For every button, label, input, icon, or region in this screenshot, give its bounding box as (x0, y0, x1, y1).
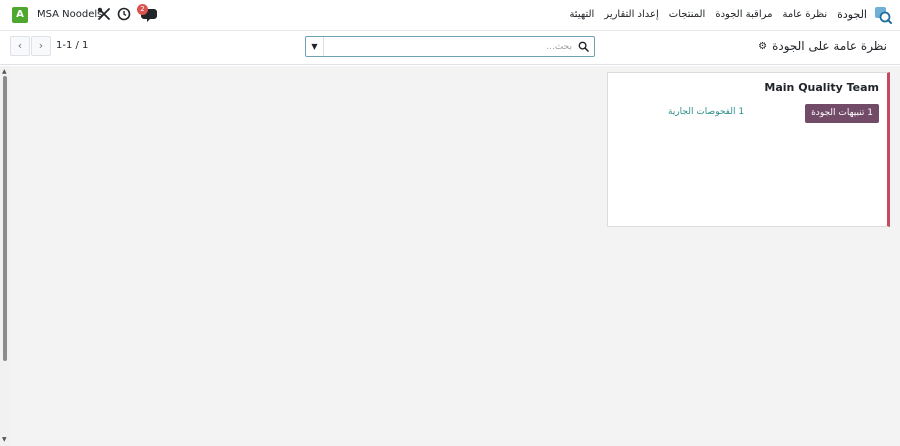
company-switcher[interactable]: MSA Noodels (37, 9, 102, 20)
user-avatar[interactable]: A (12, 7, 28, 23)
pager-value[interactable]: 1-1 / 1 (56, 40, 88, 51)
main-menu: الجودة نظرة عامة مراقبة الجودة المنتجات … (559, 8, 867, 21)
tools-icon[interactable] (97, 7, 111, 21)
pager-previous-button[interactable]: ‹ (10, 36, 30, 56)
search-bar: ▼ (305, 36, 595, 57)
clock-icon[interactable] (117, 7, 131, 21)
search-icon[interactable] (578, 41, 589, 52)
search-options-toggle[interactable]: ▼ (306, 37, 324, 56)
page-title: نظرة عامة على الجودة (772, 39, 887, 53)
control-panel: ‹ › 1-1 / 1 ▼ نظرة عامة على الجودة ⚙ (0, 31, 900, 65)
running-checks-link[interactable]: 1 الفحوصات الجارية (668, 107, 744, 117)
quality-app-icon[interactable] (874, 6, 892, 24)
menu-item-products[interactable]: المنتجات (669, 9, 706, 20)
kanban-area: ▲ ▼ Main Quality Team 1 تنبيهات الجودة 1… (0, 66, 900, 446)
scroll-up-arrow-icon[interactable]: ▲ (2, 68, 7, 75)
quality-team-card[interactable]: Main Quality Team 1 تنبيهات الجودة 1 الف… (607, 72, 890, 227)
team-name: Main Quality Team (764, 81, 879, 94)
gear-icon[interactable]: ⚙ (758, 41, 767, 52)
breadcrumb: نظرة عامة على الجودة ⚙ (758, 39, 887, 53)
menu-item-quality-control[interactable]: مراقبة الجودة (715, 9, 772, 20)
top-navbar: A MSA Noodels 2 الجودة نظرة عامة مراقبة … (0, 0, 900, 31)
chat-counter-badge: 2 (137, 4, 148, 15)
menu-item-reporting[interactable]: إعداد التقارير (604, 9, 658, 20)
scrollbar-thumb[interactable] (3, 76, 7, 361)
pager-next-button[interactable]: › (31, 36, 51, 56)
app-name[interactable]: الجودة (837, 8, 867, 21)
search-input[interactable] (326, 37, 576, 56)
vertical-scrollbar[interactable]: ▲ ▼ (0, 66, 10, 446)
quality-alerts-button[interactable]: 1 تنبيهات الجودة (805, 104, 879, 123)
scroll-down-arrow-icon[interactable]: ▼ (2, 436, 7, 443)
menu-item-configuration[interactable]: التهيئة (569, 9, 594, 20)
menu-item-overview[interactable]: نظرة عامة (782, 9, 827, 20)
